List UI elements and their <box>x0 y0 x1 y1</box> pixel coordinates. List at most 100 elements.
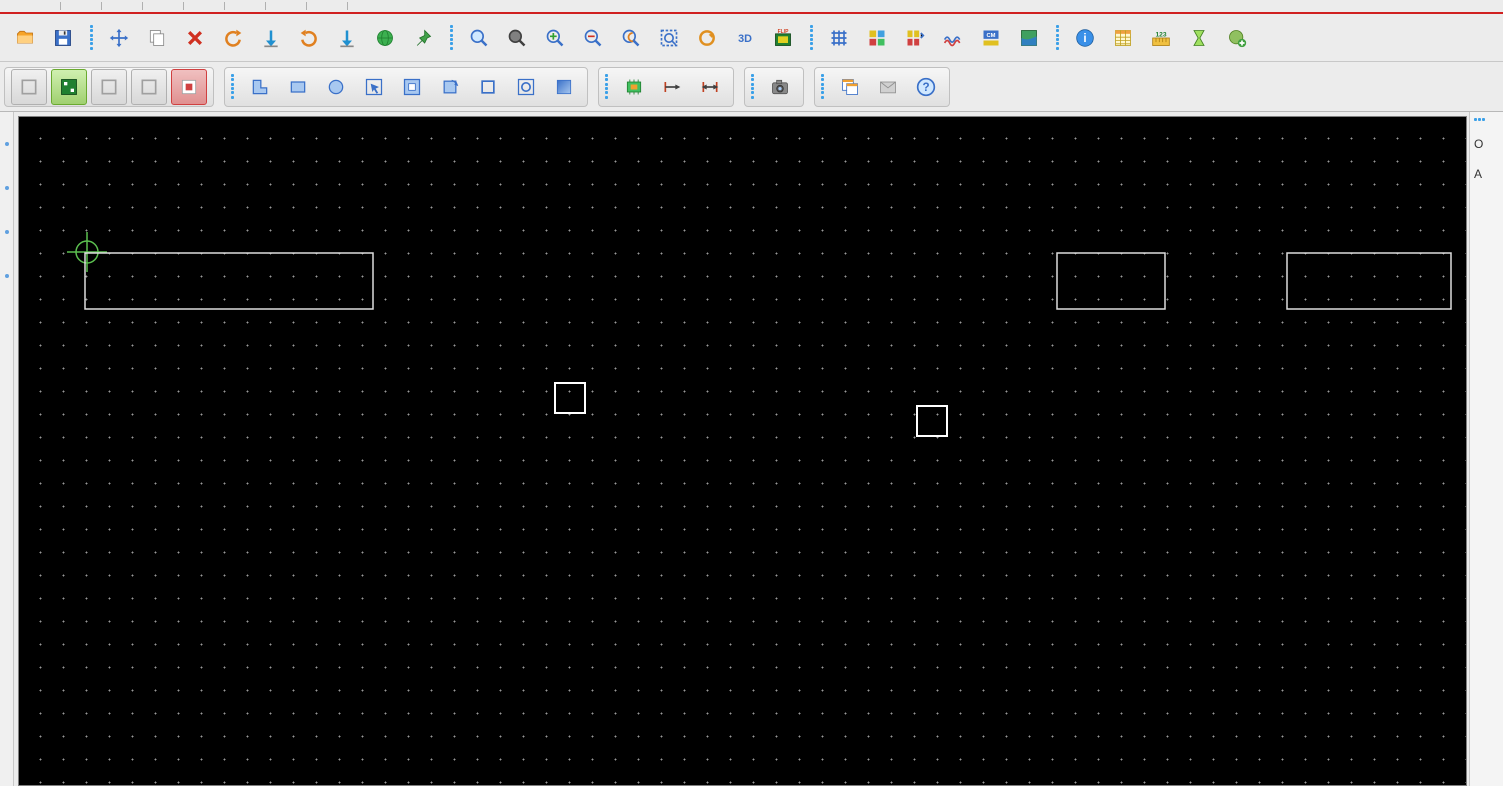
toolbar-group-zoom: 3D FLIP <box>446 18 804 58</box>
svg-text:?: ? <box>922 81 929 94</box>
toolbar-group-edit <box>86 18 444 58</box>
dim-left-icon[interactable] <box>655 70 689 104</box>
toolbar-group-file <box>4 18 84 58</box>
main-toolbar: 3D FLIP CM i 123 <box>0 14 1503 62</box>
rect-small-2[interactable] <box>917 406 947 436</box>
flip-board-icon[interactable]: FLIP <box>766 21 800 55</box>
tool-circle-icon[interactable] <box>319 70 353 104</box>
zoom-in-icon[interactable] <box>538 21 572 55</box>
tool-polygon-icon[interactable] <box>243 70 277 104</box>
leftstrip-dot <box>5 230 9 234</box>
move-icon[interactable] <box>102 21 136 55</box>
tool-rectangle-icon[interactable] <box>281 70 315 104</box>
chip-icon[interactable] <box>617 70 651 104</box>
pin-icon[interactable] <box>406 21 440 55</box>
rightpanel-handle[interactable] <box>1474 118 1499 121</box>
leftstrip-dot <box>5 142 9 146</box>
layer-ghost1-icon[interactable] <box>91 69 127 105</box>
toolbar-panel-measure <box>598 67 734 107</box>
info-icon[interactable]: i <box>1068 21 1102 55</box>
layer-front-icon[interactable] <box>51 69 87 105</box>
dim-right-icon[interactable] <box>693 70 727 104</box>
toolbar-drag-handle[interactable] <box>751 70 757 104</box>
rightpanel-label: A <box>1474 167 1499 181</box>
tool-ring-icon[interactable] <box>509 70 543 104</box>
rect-mid-1[interactable] <box>1057 253 1165 309</box>
grid-pair-icon[interactable] <box>898 21 932 55</box>
secondary-toolbar: ? <box>0 62 1503 112</box>
tool-pointer-icon[interactable] <box>357 70 391 104</box>
leftstrip-dot <box>5 274 9 278</box>
right-panel: O A <box>1469 112 1503 786</box>
layer-red-icon[interactable] <box>171 69 207 105</box>
toolbar-group-info: i 123 <box>1052 18 1258 58</box>
zoom-minus-icon[interactable] <box>576 21 610 55</box>
toolbar-panel-shapes <box>224 67 588 107</box>
svg-text:123: 123 <box>1155 31 1166 38</box>
toolbar-panel-camera <box>744 67 804 107</box>
toolbar-drag-handle[interactable] <box>810 21 816 55</box>
globe-icon[interactable] <box>368 21 402 55</box>
route-wave-icon[interactable] <box>936 21 970 55</box>
rect-mid-2[interactable] <box>1287 253 1451 309</box>
import-down-icon[interactable] <box>254 21 288 55</box>
tool-gradient-icon[interactable] <box>547 70 581 104</box>
leftstrip-dot <box>5 186 9 190</box>
menu-bar-strip <box>0 0 1503 14</box>
design-canvas[interactable] <box>18 116 1467 786</box>
canvas-svg <box>19 117 1466 785</box>
content-row: O A <box>0 112 1503 786</box>
map-icon[interactable] <box>1012 21 1046 55</box>
svg-text:3D: 3D <box>738 33 752 45</box>
redo-icon[interactable] <box>292 21 326 55</box>
grid-color-icon[interactable] <box>860 21 894 55</box>
toolbar-drag-handle[interactable] <box>821 70 827 104</box>
rect-small-1[interactable] <box>555 383 585 413</box>
undo-icon[interactable] <box>216 21 250 55</box>
toolbar-drag-handle[interactable] <box>450 21 456 55</box>
layer-cm-icon[interactable]: CM <box>974 21 1008 55</box>
column-text-icon[interactable] <box>1106 21 1140 55</box>
rect-wide-left[interactable] <box>85 253 373 309</box>
tool-rotate-icon[interactable] <box>433 70 467 104</box>
toolbar-drag-handle[interactable] <box>605 70 611 104</box>
open-folder-icon[interactable] <box>8 21 42 55</box>
export-down-icon[interactable] <box>330 21 364 55</box>
refresh-icon[interactable] <box>690 21 724 55</box>
svg-text:CM: CM <box>986 33 995 39</box>
toolbar-drag-handle[interactable] <box>90 21 96 55</box>
zoom-fit-icon[interactable] <box>652 21 686 55</box>
ruler-123-icon[interactable]: 123 <box>1144 21 1178 55</box>
app-root: 3D FLIP CM i 123 ? O A <box>0 0 1503 786</box>
toolbar-group-grid: CM <box>806 18 1050 58</box>
save-icon[interactable] <box>46 21 80 55</box>
zoom-area-icon[interactable] <box>462 21 496 55</box>
zoom-search-icon[interactable] <box>614 21 648 55</box>
svg-text:i: i <box>1083 32 1086 45</box>
hourglass-icon[interactable] <box>1182 21 1216 55</box>
add-circle-icon[interactable] <box>1220 21 1254 55</box>
help-icon[interactable]: ? <box>909 70 943 104</box>
delete-icon[interactable] <box>178 21 212 55</box>
left-tool-strip <box>0 112 14 786</box>
grid-toggle-icon[interactable] <box>822 21 856 55</box>
toolbar-panel-docs: ? <box>814 67 950 107</box>
svg-text:FLIP: FLIP <box>778 29 789 35</box>
layer-back-icon[interactable] <box>11 69 47 105</box>
toolbar-panel-layer-select <box>4 67 214 107</box>
camera-icon[interactable] <box>763 70 797 104</box>
layer-ghost2-icon[interactable] <box>131 69 167 105</box>
origin-marker <box>67 232 107 272</box>
canvas-wrap <box>14 112 1469 786</box>
toolbar-drag-handle[interactable] <box>1056 21 1062 55</box>
tool-square-icon[interactable] <box>471 70 505 104</box>
mail-icon[interactable] <box>871 70 905 104</box>
menu-bar-inner <box>0 2 1503 10</box>
copy-icon[interactable] <box>140 21 174 55</box>
tool-inset-icon[interactable] <box>395 70 429 104</box>
windows-icon[interactable] <box>833 70 867 104</box>
toolbar-drag-handle[interactable] <box>231 70 237 104</box>
zoom-out-icon[interactable] <box>500 21 534 55</box>
view-3d-icon[interactable]: 3D <box>728 21 762 55</box>
rightpanel-header: O <box>1474 137 1499 151</box>
